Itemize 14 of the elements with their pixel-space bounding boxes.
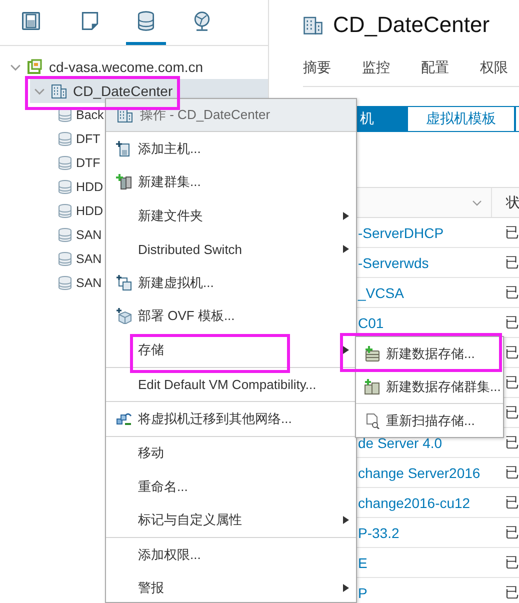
table-cell-text: 已	[505, 462, 519, 482]
table-cell-text: 已	[505, 432, 519, 452]
table-cell-text: 已	[505, 252, 519, 272]
table-cell-text: 已	[505, 402, 519, 422]
table-cell-text: 已	[505, 582, 519, 602]
table-cell-text: 已	[505, 552, 519, 572]
table-cell-text: 已	[505, 372, 519, 392]
table-cell-text: 已	[505, 342, 519, 362]
table-cell-text: 已	[505, 312, 519, 332]
table-cell-text: 已	[505, 492, 519, 512]
table-cell-text: 已	[505, 522, 519, 542]
page-title: CD_DateCenter	[333, 12, 490, 38]
table-cell-text: 已	[505, 222, 519, 242]
table-cell-text: 已	[505, 282, 519, 302]
